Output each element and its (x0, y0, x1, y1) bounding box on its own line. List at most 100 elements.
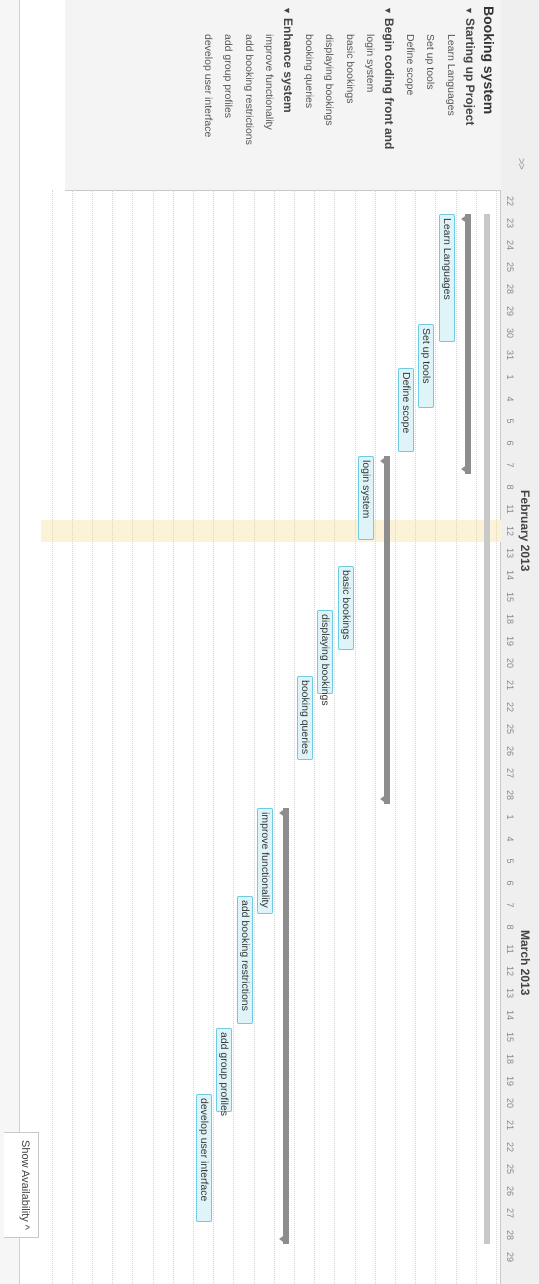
row-gridline (435, 190, 437, 1284)
row-gridline (172, 190, 174, 1284)
tree-task[interactable]: develop user interface (202, 34, 214, 137)
task-bar[interactable]: basic bookings (337, 566, 354, 650)
row-gridline (374, 190, 376, 1284)
task-bar[interactable]: Set up tools (418, 324, 435, 408)
day-tick: 20 (505, 1097, 515, 1108)
tree-task[interactable]: login system (364, 34, 376, 92)
day-tick: 4 (505, 836, 515, 842)
row-gridline (51, 190, 53, 1284)
task-bar[interactable]: login system (357, 456, 374, 540)
day-tick: 28 (505, 283, 515, 294)
row-gridline (334, 190, 336, 1284)
day-tick: 20 (505, 657, 515, 668)
month-label: February 2013 (518, 490, 532, 572)
tree-header: >> (500, 0, 539, 190)
tree-task[interactable]: Define scope (404, 34, 416, 95)
day-tick: 14 (505, 1009, 515, 1020)
tree-task[interactable]: add group profiles (222, 34, 234, 118)
show-availability-button[interactable]: Show Availability ^ (4, 1132, 39, 1238)
day-tick: 12 (505, 965, 515, 976)
row-gridline (92, 190, 93, 1284)
row-gridline (152, 190, 154, 1284)
month-label: March 2013 (518, 930, 532, 996)
day-tick: 6 (505, 440, 515, 446)
tree-task[interactable]: improve functionality (263, 34, 275, 130)
tree-task[interactable]: booking queries (303, 34, 315, 108)
collapse-arrow-icon[interactable]: ▼ (282, 6, 292, 18)
day-tick: 21 (505, 679, 515, 690)
day-tick: 26 (505, 1185, 515, 1196)
day-tick: 22 (505, 701, 515, 712)
row-gridline (314, 190, 316, 1284)
group-summary-bar[interactable] (464, 214, 471, 474)
day-tick: 28 (505, 1229, 515, 1240)
day-tick: 18 (505, 613, 515, 624)
day-tick: 12 (505, 525, 515, 536)
row-gridline (455, 190, 457, 1284)
row-gridline (213, 190, 215, 1284)
tree-task[interactable]: Learn Languages (445, 34, 457, 116)
row-gridline (71, 190, 73, 1284)
day-tick: 29 (505, 1251, 515, 1262)
day-tick: 21 (505, 1119, 515, 1130)
day-tick: 15 (505, 1031, 515, 1042)
day-tick: 23 (505, 217, 515, 228)
tree-group-label: Begin coding front and (382, 18, 396, 150)
tree-task[interactable]: Set up tools (424, 34, 436, 89)
task-bar[interactable]: improve functionality (256, 808, 273, 914)
gantt-app: >> February 2013 March 2013 22 23 24 25 28 29 30… (0, 0, 539, 1284)
row-gridline (415, 190, 417, 1284)
tree-task[interactable]: add booking restrictions (243, 34, 255, 145)
horizontal-scrollbar[interactable] (0, 0, 20, 1284)
timeline-header: February 2013 March 2013 22 23 24 25 28 29 30 31 1… (500, 190, 539, 1284)
gantt-chart: Learn Languages Set up tools Define scope l… (41, 190, 501, 1284)
day-tick: 19 (505, 1075, 515, 1086)
collapse-arrow-icon[interactable]: ▼ (464, 6, 474, 18)
day-tick: 30 (505, 327, 515, 338)
day-tick: 22 (505, 195, 515, 206)
project-title: Booking system (481, 6, 497, 115)
day-tick: 5 (505, 418, 515, 424)
group-summary-bar[interactable] (283, 808, 289, 1244)
task-bar[interactable]: displaying bookings (317, 610, 334, 706)
day-tick: 8 (505, 484, 515, 490)
day-tick: 14 (505, 569, 515, 580)
group-summary-bar[interactable] (384, 456, 390, 804)
day-tick: 25 (505, 1163, 515, 1174)
day-tick: 7 (505, 462, 515, 468)
tree-group[interactable]: ▼Starting up Project (463, 6, 477, 125)
project-summary-bar[interactable] (484, 214, 490, 1244)
task-bar[interactable]: Learn Languages (438, 214, 455, 342)
row-gridline (253, 190, 255, 1284)
tree-group[interactable]: ▼Enhance system (281, 6, 295, 113)
day-tick: 13 (505, 987, 515, 998)
row-gridline (496, 190, 497, 1284)
day-tick: 5 (505, 858, 515, 864)
tree-group[interactable]: ▼Begin coding front and (382, 6, 396, 149)
task-bar[interactable]: Define scope (398, 368, 415, 452)
day-tick: 15 (505, 591, 515, 602)
row-gridline (475, 190, 477, 1284)
task-bar[interactable]: develop user interface (196, 1094, 213, 1222)
row-gridline (354, 190, 356, 1284)
task-bar[interactable]: add group profiles (216, 1028, 233, 1116)
day-tick: 8 (505, 924, 515, 930)
day-tick: 1 (505, 374, 515, 380)
row-gridline (233, 190, 235, 1284)
tree-task[interactable]: basic bookings (344, 34, 356, 103)
day-tick: 24 (505, 239, 515, 250)
task-tree: Booking system ▼Starting up Project Learn … (65, 0, 501, 191)
day-tick: 18 (505, 1053, 515, 1064)
row-gridline (395, 190, 396, 1284)
task-bar[interactable]: booking queries (297, 676, 314, 760)
tree-group-label: Starting up Project (462, 18, 477, 126)
tree-task[interactable]: displaying bookings (323, 34, 335, 126)
day-tick: 29 (505, 305, 515, 316)
collapse-arrow-icon[interactable]: ▼ (383, 6, 393, 18)
day-tick: 11 (505, 944, 515, 954)
day-tick: 11 (505, 504, 515, 514)
day-tick: 31 (505, 349, 515, 360)
task-bar[interactable]: add booking restrictions (236, 896, 253, 1024)
collapse-button[interactable]: >> (515, 158, 527, 169)
day-tick: 25 (505, 723, 515, 734)
